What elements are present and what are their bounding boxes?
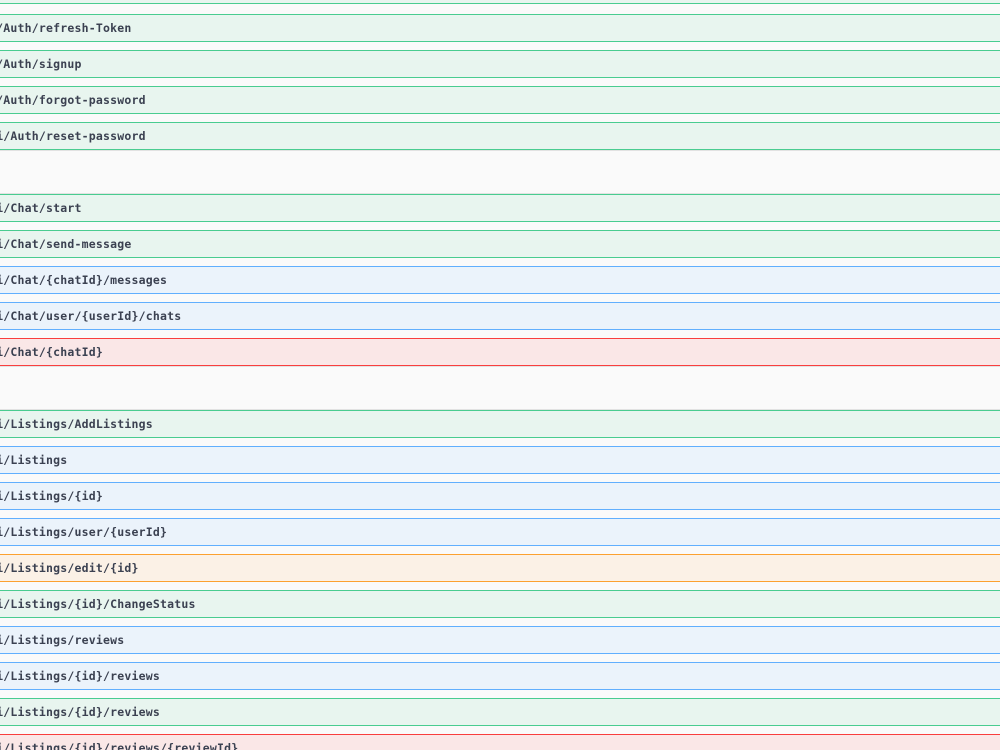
operation-chat-messages[interactable]: pi/Chat/{chatId}/messages	[0, 266, 1000, 294]
operation-listings-reviews[interactable]: pi/Listings/reviews	[0, 626, 1000, 654]
operation-chat-user-chats[interactable]: pi/Chat/user/{userId}/chats	[0, 302, 1000, 330]
operation-path: pi/Listings/{id}/ChangeStatus	[0, 597, 196, 611]
section-gap	[0, 150, 1000, 194]
operation-path: pi/Listings/{id}	[0, 489, 103, 503]
operation-listings-by-user[interactable]: pi/Listings/user/{userId}	[0, 518, 1000, 546]
operation-listings-edit[interactable]: pi/Listings/edit/{id}	[0, 554, 1000, 582]
operation-path: pi/Auth/reset-password	[0, 129, 146, 143]
operation-path: pi/Chat/user/{userId}/chats	[0, 309, 182, 323]
operation-path: pi/Listings/user/{userId}	[0, 525, 168, 539]
operation-chat-delete[interactable]: pi/Chat/{chatId}	[0, 338, 1000, 366]
operation-auth-refresh-token[interactable]: i/Auth/refresh-Token	[0, 14, 1000, 42]
operation-path: i/Auth/signup	[0, 57, 82, 71]
operation-chat-start[interactable]: pi/Chat/start	[0, 194, 1000, 222]
swagger-operations-list: i/Auth/refresh-Token i/Auth/signup i/Aut…	[0, 0, 1000, 750]
operation-path: pi/Listings/reviews	[0, 633, 125, 647]
operation-listings-by-id[interactable]: pi/Listings/{id}	[0, 482, 1000, 510]
operation-path: pi/Listings/{id}/reviews/{reviewId}	[0, 741, 239, 750]
operation-block-partial[interactable]	[0, 0, 1000, 4]
operation-listings-all[interactable]: pi/Listings	[0, 446, 1000, 474]
operation-chat-send-message[interactable]: pi/Chat/send-message	[0, 230, 1000, 258]
operation-path: pi/Chat/{chatId}/messages	[0, 273, 168, 287]
operation-listings-id-reviews-post[interactable]: pi/Listings/{id}/reviews	[0, 698, 1000, 726]
operation-auth-reset-password[interactable]: pi/Auth/reset-password	[0, 122, 1000, 150]
operation-path: pi/Chat/start	[0, 201, 82, 215]
operation-listings-review-delete[interactable]: pi/Listings/{id}/reviews/{reviewId}	[0, 734, 1000, 750]
operation-path: i/Auth/forgot-password	[0, 93, 146, 107]
operation-auth-forgot-password[interactable]: i/Auth/forgot-password	[0, 86, 1000, 114]
operation-path: pi/Listings/AddListings	[0, 417, 153, 431]
operation-listings-add[interactable]: pi/Listings/AddListings	[0, 410, 1000, 438]
operation-auth-signup[interactable]: i/Auth/signup	[0, 50, 1000, 78]
operation-path: pi/Chat/send-message	[0, 237, 132, 251]
operation-path: pi/Chat/{chatId}	[0, 345, 103, 359]
operation-path: pi/Listings/edit/{id}	[0, 561, 139, 575]
operation-listings-change-status[interactable]: pi/Listings/{id}/ChangeStatus	[0, 590, 1000, 618]
section-gap	[0, 366, 1000, 410]
operation-path: pi/Listings	[0, 453, 68, 467]
operation-listings-id-reviews-get[interactable]: pi/Listings/{id}/reviews	[0, 662, 1000, 690]
operation-path: pi/Listings/{id}/reviews	[0, 669, 160, 683]
operation-path: i/Auth/refresh-Token	[0, 21, 132, 35]
operation-path: pi/Listings/{id}/reviews	[0, 705, 160, 719]
